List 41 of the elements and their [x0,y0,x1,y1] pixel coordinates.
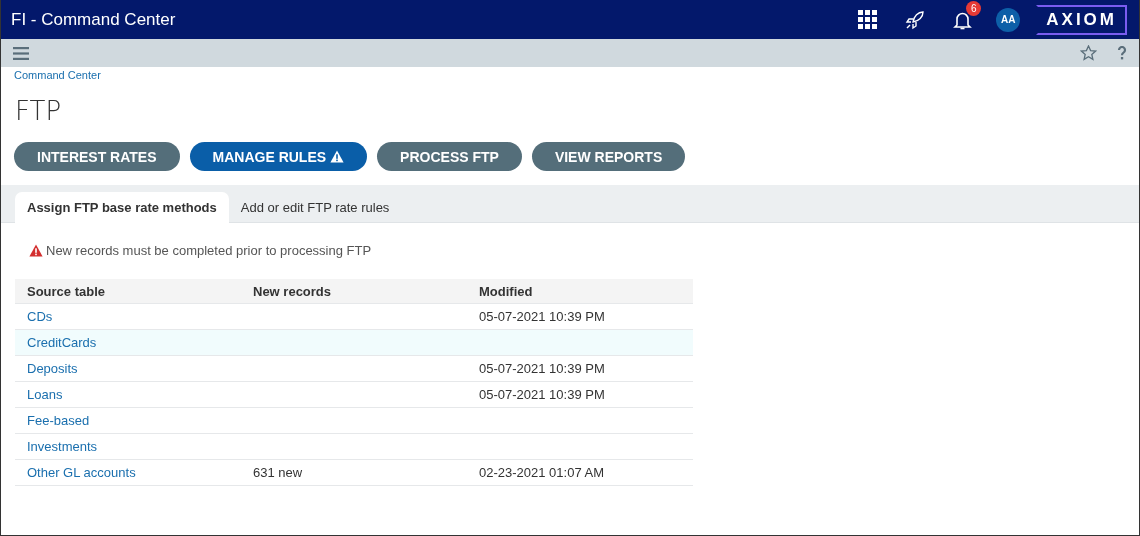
breadcrumb-link[interactable]: Command Center [14,69,101,81]
window-title: FI - Command Center [11,9,177,30]
menu-icon[interactable] [13,46,29,60]
source-table-link[interactable]: Deposits [27,361,78,376]
column-header: Source table [26,283,107,299]
column-header: Modified [478,283,534,299]
user-avatar[interactable]: AA [996,7,1021,32]
table-row[interactable]: Fee-based [15,408,693,434]
source-table-link[interactable]: CDs [27,309,53,324]
source-table-link[interactable]: Other GL accounts [27,465,136,480]
action-button[interactable]: VIEW REPORTS [531,142,686,171]
table-cell: 05-07-2021 10:39 PM [479,309,605,324]
table-cell: 631 new [253,465,303,480]
logo: AXIOM [1036,4,1127,35]
warning-icon [330,150,345,163]
tab[interactable]: Add or edit FTP rate rules [228,192,402,222]
source-table-link[interactable]: CreditCards [27,335,97,350]
alert-message: New records must be completed prior to processing FTP [46,243,372,258]
help-icon[interactable] [1117,46,1127,60]
app-grid-icon[interactable] [858,10,878,29]
column-header: New records [252,283,333,299]
source-table-link[interactable]: Loans [27,387,63,402]
table-row[interactable]: Investments [15,434,693,460]
tab[interactable]: Assign FTP base rate methods [15,192,229,223]
notification-badge: 6 [966,0,982,16]
table-cell: 02-23-2021 01:07 AM [479,465,605,480]
action-button[interactable]: INTEREST RATES [14,142,180,171]
source-table-link[interactable]: Fee-based [27,413,90,428]
table-cell: 05-07-2021 10:39 PM [479,387,605,402]
table-row[interactable]: Other GL accounts 631 new 02-23-2021 01:07 AM [15,460,693,486]
table-row[interactable]: Deposits 05-07-2021 10:39 PM [15,356,693,382]
page-title: FTP [15,96,63,126]
action-button[interactable]: PROCESS FTP [377,142,522,171]
star-icon[interactable] [1080,45,1097,61]
table-row[interactable]: Loans 05-07-2021 10:39 PM [15,382,693,408]
highlighted-table-row[interactable]: CreditCards [15,330,693,356]
table-cell: 05-07-2021 10:39 PM [479,361,605,376]
rocket-icon[interactable] [905,9,926,30]
active-action-button[interactable]: MANAGE RULES [189,142,368,171]
alert-icon [29,244,43,257]
source-table-link[interactable]: Investments [27,439,98,454]
